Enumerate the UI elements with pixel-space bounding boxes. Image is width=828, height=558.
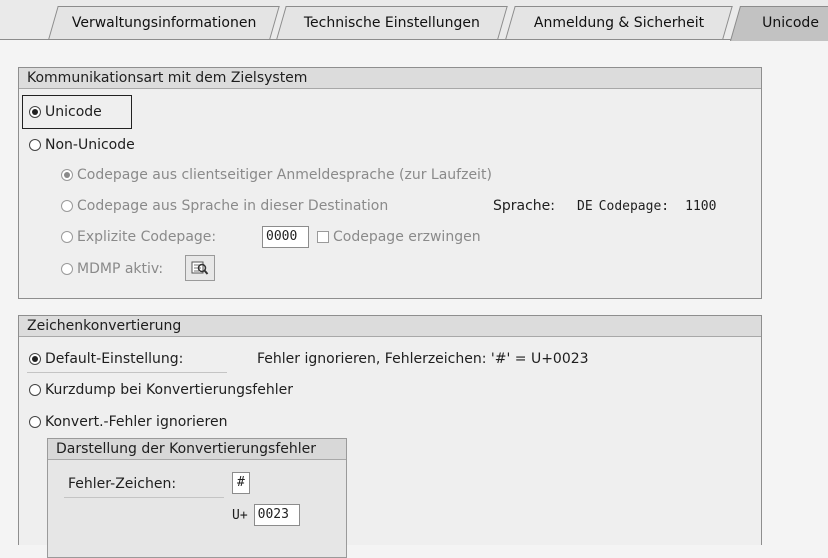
row-underline <box>27 372 227 373</box>
mdmp-button[interactable] <box>185 255 215 281</box>
radio-unicode[interactable]: Unicode <box>29 101 102 123</box>
row-underline <box>64 497 224 498</box>
radio-mdmp[interactable]: MDMP aktiv: <box>61 258 163 280</box>
radio-label: Kurzdump bei Konvertierungsfehler <box>45 382 293 398</box>
radio-non-unicode[interactable]: Non-Unicode <box>29 134 135 156</box>
radio-label: Codepage aus clientseitiger Anmeldesprac… <box>77 167 492 183</box>
radio-ignore-errors[interactable]: Konvert.-Fehler ignorieren <box>29 411 227 433</box>
error-display-group: Darstellung der Konvertierungsfehler Feh… <box>47 438 347 558</box>
radio-indicator[interactable] <box>29 353 41 365</box>
radio-cp-client[interactable]: Codepage aus clientseitiger Anmeldesprac… <box>61 164 492 186</box>
error-char-field[interactable]: # <box>232 472 250 494</box>
error-char-label: Fehler-Zeichen: <box>68 476 177 492</box>
tab-technische-einstellungen[interactable]: Technische Einstellungen <box>276 6 508 40</box>
radio-indicator[interactable] <box>61 231 73 243</box>
checkbox-label: Codepage erzwingen <box>333 229 481 245</box>
radio-indicator[interactable] <box>29 384 41 396</box>
codepage-label: Codepage: <box>598 198 670 214</box>
radio-default-setting[interactable]: Default-Einstellung: <box>29 348 183 370</box>
tab-verwaltungsinformationen[interactable]: Verwaltungsinformationen <box>48 6 280 40</box>
default-description: Fehler ignorieren, Fehlerzeichen: '#' = … <box>257 348 589 370</box>
radio-indicator[interactable] <box>61 169 73 181</box>
communication-type-group: Kommunikationsart mit dem Zielsystem Uni… <box>18 67 762 299</box>
language-info: Sprache: DE Codepage: 1100 <box>493 195 716 217</box>
explicit-cp-field[interactable]: 0000 <box>262 226 309 248</box>
error-char-label-row: Fehler-Zeichen: <box>68 473 176 495</box>
radio-label: Konvert.-Fehler ignorieren <box>45 414 228 430</box>
default-desc-text: Fehler ignorieren, Fehlerzeichen: '#' = … <box>257 351 589 367</box>
sprache-label: Sprache: <box>493 198 556 214</box>
tab-divider <box>0 39 828 40</box>
radio-label: Explizite Codepage: <box>77 229 217 245</box>
tab-label: Unicode <box>761 15 819 31</box>
checkbox-indicator[interactable] <box>317 231 329 243</box>
tab-label: Anmeldung & Sicherheit <box>533 15 704 31</box>
force-codepage-checkbox[interactable]: Codepage erzwingen <box>317 226 481 248</box>
radio-indicator[interactable] <box>61 263 73 275</box>
magnifier-list-icon <box>191 261 209 275</box>
character-conversion-group: Zeichenkonvertierung Default-Einstellung… <box>18 315 762 558</box>
group-title: Zeichenkonvertierung <box>19 316 761 337</box>
radio-label: Non-Unicode <box>45 137 135 153</box>
codepage-value: 1100 <box>685 198 717 214</box>
radio-label: Default-Einstellung: <box>45 351 184 367</box>
uplus-field[interactable]: 0023 <box>253 504 300 526</box>
tab-unicode[interactable]: Unicode <box>730 6 828 41</box>
radio-short-dump[interactable]: Kurzdump bei Konvertierungsfehler <box>29 379 293 401</box>
radio-explicit-cp[interactable]: Explizite Codepage: <box>61 226 216 248</box>
radio-cp-destination[interactable]: Codepage aus Sprache in dieser Destinati… <box>61 195 388 217</box>
radio-indicator[interactable] <box>29 106 41 118</box>
tab-label: Verwaltungsinformationen <box>71 15 257 31</box>
group-title: Darstellung der Konvertierungsfehler <box>48 439 346 460</box>
uplus-label: U+ <box>232 507 248 523</box>
radio-indicator[interactable] <box>61 200 73 212</box>
tab-strip: Verwaltungsinformationen Technische Eins… <box>0 0 828 41</box>
group-title: Kommunikationsart mit dem Zielsystem <box>19 68 761 89</box>
radio-indicator[interactable] <box>29 139 41 151</box>
tab-anmeldung-sicherheit[interactable]: Anmeldung & Sicherheit <box>505 6 733 40</box>
radio-indicator[interactable] <box>29 416 41 428</box>
sprache-value: DE <box>577 198 593 214</box>
uplus-row: U+ 0023 <box>232 504 300 526</box>
tab-label: Technische Einstellungen <box>303 15 480 31</box>
radio-label: MDMP aktiv: <box>77 261 164 277</box>
radio-label: Codepage aus Sprache in dieser Destinati… <box>77 198 389 214</box>
